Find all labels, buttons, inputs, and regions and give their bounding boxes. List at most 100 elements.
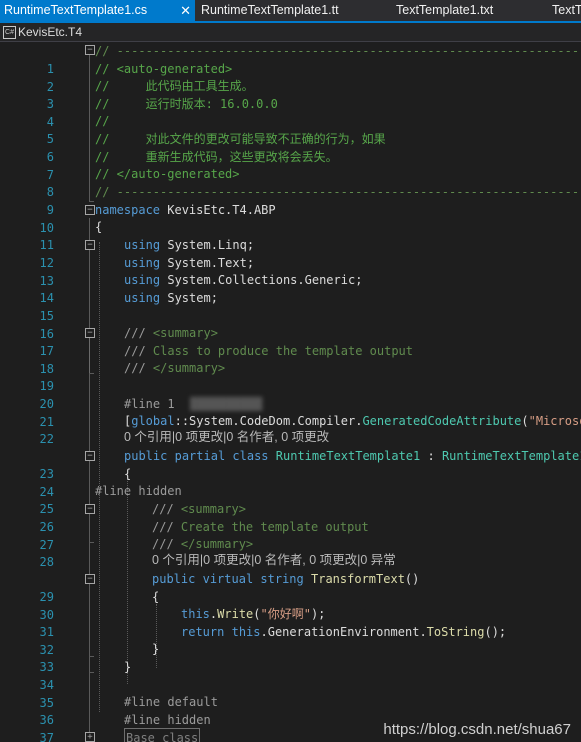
code-line: 12 − using System.Linq; [0, 236, 581, 270]
collapse-icon[interactable]: − [85, 451, 95, 461]
keyword: class [232, 449, 269, 463]
line-number: 28 [39, 555, 54, 569]
codelens-references[interactable]: 0 个引用|0 项更改|0 名作者, 0 项更改 [124, 429, 329, 445]
code-line: 18 /// Class to produce the template out… [0, 342, 581, 376]
type-name: GeneratedCodeAttribute [362, 414, 522, 428]
comment-text: // </auto-generated> [95, 167, 240, 181]
document-tab-strip: RuntimeTextTemplate1.cs ✕ RuntimeTextTem… [0, 0, 581, 21]
code-line: 34 } [0, 658, 581, 692]
brace: { [124, 467, 132, 481]
base-class-name: RuntimeTextTemplate1 [441, 449, 581, 463]
keyword: global [131, 414, 175, 428]
code-line: 7 // 重新生成代码，这些更改将会丢失。 [0, 148, 581, 182]
doc-comment-slashes: /// [124, 361, 153, 375]
code-line: 5 // [0, 112, 581, 146]
collapse-icon[interactable]: − [85, 504, 95, 514]
codelens-references[interactable]: 0 个引用|0 项更改|0 名作者, 0 项更改|0 异常 [152, 552, 396, 568]
expand-icon[interactable]: + [85, 732, 95, 742]
namespace-name: System.Collections.Generic; [160, 273, 363, 287]
code-editor[interactable]: 1 − // ---------------------------------… [0, 42, 581, 742]
tab-texttemplate1-txt[interactable]: TextTemplate1.txt [392, 0, 547, 21]
code-line: 32 return this.GenerationEnvironment.ToS… [0, 623, 581, 657]
code-line: 8 // </auto-generated> [0, 165, 581, 199]
navigation-bar: C# KevisEtc.T4 [0, 23, 581, 42]
comment-text: // <auto-generated> [95, 62, 233, 76]
brace: } [124, 660, 132, 674]
doc-comment-text: Create the template output [180, 520, 369, 534]
line-number: 22 [39, 432, 54, 446]
keyword: public [152, 572, 196, 586]
code-line: 2 // <auto-generated> [0, 60, 581, 94]
code-line: 19 /// </summary> [0, 359, 581, 393]
code-line: 10 − namespace KevisEtc.T4.ABP [0, 201, 581, 235]
comment-text: // 对此文件的更改可能导致不正确的行为，如果 [95, 132, 386, 146]
keyword: this [231, 625, 261, 639]
code-line: 16 [0, 307, 581, 341]
paren: () [404, 572, 420, 586]
tab-label: TextT [552, 3, 581, 17]
code-line: 26 − /// <summary> [0, 500, 581, 534]
tab-runtimetexttemplate1-cs[interactable]: RuntimeTextTemplate1.cs ✕ [0, 0, 195, 21]
redacted-blur: ██████████ [190, 397, 263, 411]
member-access: .GenerationEnvironment. [260, 625, 427, 639]
code-line: 29 − public virtual string TransformText… [0, 570, 581, 604]
doc-comment-text: </summary> [180, 537, 254, 551]
collapse-icon[interactable]: − [85, 205, 95, 215]
namespace-name: ::System.CodeDom.Compiler. [174, 414, 363, 428]
code-line: 3 // 此代码由工具生成。 [0, 77, 581, 111]
preprocessor-directive: #line default [124, 695, 218, 709]
code-line: 9 // -----------------------------------… [0, 183, 581, 217]
keyword: partial [174, 449, 226, 463]
doc-comment-slashes: /// [152, 502, 181, 516]
tab-overflow[interactable]: TextT [548, 0, 581, 21]
keyword: namespace [95, 203, 161, 217]
collapse-icon[interactable]: − [85, 574, 95, 584]
csharp-project-icon: C# [3, 26, 16, 39]
tab-runtimetexttemplate1-tt[interactable]: RuntimeTextTemplate1.tt [197, 0, 389, 21]
code-line: 25 #line hidden [0, 482, 581, 516]
method-name: Write [217, 607, 254, 621]
comment-text: // 此代码由工具生成。 [95, 79, 254, 93]
collapse-icon[interactable]: − [85, 45, 95, 55]
collapse-icon[interactable]: − [85, 328, 95, 338]
doc-comment-slashes: /// [124, 344, 153, 358]
code-line: 24 { [0, 465, 581, 499]
close-icon[interactable]: ✕ [180, 0, 191, 21]
method-name: TransformText [311, 572, 405, 586]
doc-comment-text: Class to produce the template output [152, 344, 413, 358]
string-literal: "Microso [528, 414, 581, 428]
keyword: string [260, 572, 304, 586]
project-dropdown[interactable]: KevisEtc.T4 [18, 23, 82, 41]
code-line: 20 [0, 377, 581, 411]
doc-comment-text: <summary> [180, 502, 246, 516]
keyword: using [124, 273, 161, 287]
keyword: using [124, 256, 161, 270]
paren: ( [521, 414, 529, 428]
preprocessor-directive: #line hidden [95, 484, 182, 498]
doc-comment-slashes: /// [152, 520, 181, 534]
preprocessor-directive: #line hidden [124, 713, 211, 727]
tab-label: TextTemplate1.txt [396, 3, 494, 17]
keyword: using [124, 238, 161, 252]
collapsed-region[interactable]: Base class [124, 728, 201, 742]
comment-text: // 运行时版本: 16.0.0.0 [95, 97, 278, 111]
code-line: 4 // 运行时版本: 16.0.0.0 [0, 95, 581, 129]
paren: (); [484, 625, 507, 639]
comment-text: // [95, 114, 110, 128]
code-line: 33 } [0, 640, 581, 674]
tab-label: RuntimeTextTemplate1.cs [4, 3, 148, 17]
keyword: using [124, 291, 161, 305]
code-line: 17 − /// <summary> [0, 324, 581, 358]
code-line: 22 [global::System.CodeDom.Compiler.Gene… [0, 412, 581, 446]
doc-comment-text: <summary> [152, 326, 218, 340]
keyword: public [124, 449, 168, 463]
keyword: return [181, 625, 225, 639]
brace: { [152, 590, 160, 604]
method-name: ToString [426, 625, 485, 639]
comment-text: // -------------------------------------… [95, 44, 581, 58]
code-line: 21 #line 1 ██████████ [0, 395, 581, 429]
collapse-icon[interactable]: − [85, 240, 95, 250]
